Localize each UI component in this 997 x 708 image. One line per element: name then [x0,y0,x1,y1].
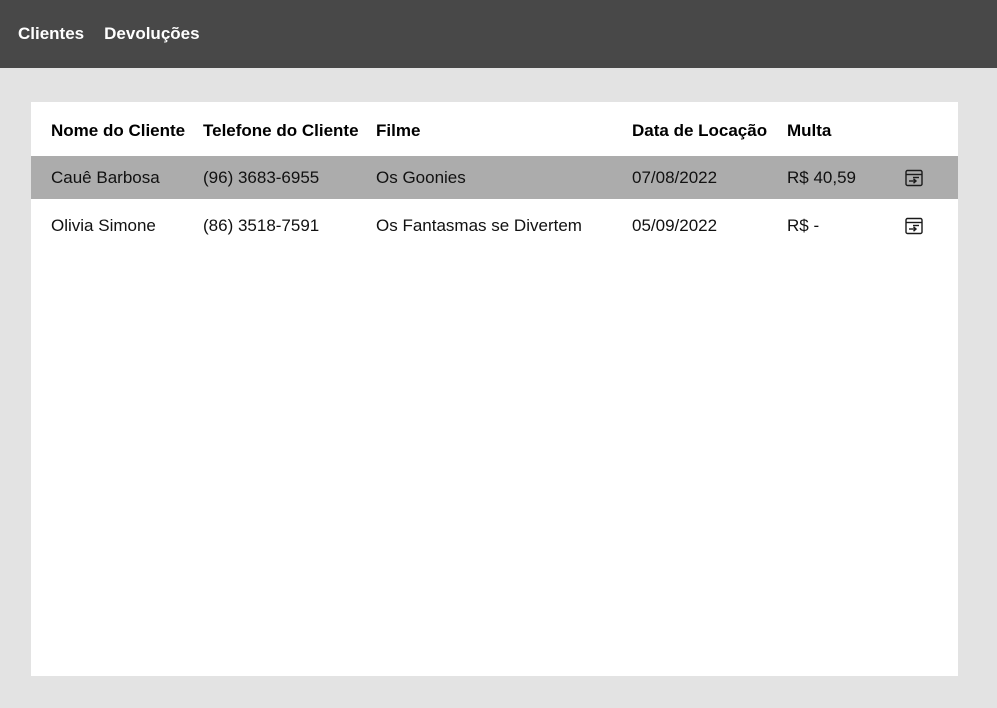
cell-data-locacao: 07/08/2022 [632,167,718,187]
nav-clientes-link[interactable]: Clientes [18,24,84,44]
nav-devolucoes-link[interactable]: Devoluções [104,24,199,44]
header-nome-cliente: Nome do Cliente [51,121,186,140]
table-header-row: Nome do Cliente Telefone do Cliente Film… [31,102,958,156]
cell-data-locacao: 05/09/2022 [632,215,718,235]
return-action-cell [903,204,925,247]
cell-filme: Os Fantasmas se Divertem [376,215,582,235]
cell-nome-cliente: Cauê Barbosa [51,167,160,187]
cell-nome-cliente: Olivia Simone [51,215,156,235]
cell-telefone-cliente: (96) 3683-6955 [203,167,320,187]
cell-multa: R$ - [787,215,820,235]
return-action-cell [903,156,925,199]
header-filme: Filme [376,121,421,140]
return-icon [905,169,923,186]
return-icon [905,217,923,234]
cell-filme: Os Goonies [376,167,466,187]
header-telefone-cliente: Telefone do Cliente [203,121,359,140]
header-multa: Multa [787,121,832,140]
top-nav-bar: Clientes Devoluções [0,0,997,68]
return-button[interactable] [903,215,925,237]
table-row[interactable]: Olivia Simone (86) 3518-7591 Os Fantasma… [31,204,958,247]
cell-telefone-cliente: (86) 3518-7591 [203,215,320,235]
header-data-locacao: Data de Locação [632,121,768,140]
table-row[interactable]: Cauê Barbosa (96) 3683-6955 Os Goonies 0… [31,156,958,199]
return-button[interactable] [903,167,925,189]
cell-multa: R$ 40,59 [787,167,856,187]
rentals-table-panel: Nome do Cliente Telefone do Cliente Film… [31,102,958,676]
